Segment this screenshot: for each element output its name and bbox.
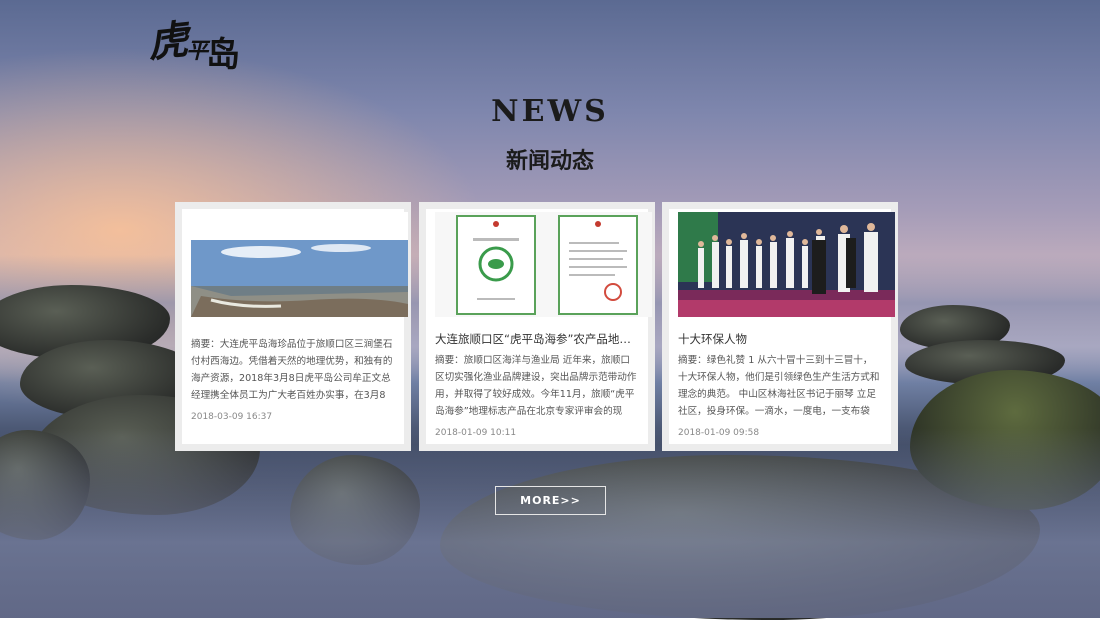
brand-logo[interactable]: 虎 平 岛 bbox=[146, 0, 246, 75]
ceremony-photo[interactable] bbox=[678, 212, 895, 317]
news-card-date: 2018-03-09 16:37 bbox=[191, 412, 273, 422]
more-button[interactable]: MORE>> bbox=[495, 486, 606, 515]
coast-photo[interactable] bbox=[191, 212, 408, 317]
section-title: NEWS bbox=[491, 94, 609, 129]
news-card-summary: 摘要：旅顺口区海洋与渔业局 近年来，旅顺口区切实强化渔业品牌建设，突出品牌示范带… bbox=[435, 355, 637, 417]
svg-text:岛: 岛 bbox=[206, 35, 240, 72]
news-card-title[interactable]: 大连旅顺口区“虎平岛海参”农产品地理... bbox=[435, 331, 639, 347]
news-card[interactable]: 十大环保人物 摘要：绿色礼赞 1 从六十冒十三到十三冒十，十大环保人物，他们是引… bbox=[662, 202, 898, 451]
news-card-date: 2018-01-09 09:58 bbox=[678, 428, 760, 438]
news-card-summary: 摘要：大连虎平岛海珍品位于旅顺口区三涧堡石付村西海边。凭借着天然的地理优势，和独… bbox=[191, 339, 393, 401]
mist-overlay bbox=[0, 428, 1100, 618]
news-card[interactable]: 摘要：大连虎平岛海珍品位于旅顺口区三涧堡石付村西海边。凭借着天然的地理优势，和独… bbox=[175, 202, 411, 451]
news-card-summary: 摘要：绿色礼赞 1 从六十冒十三到十三冒十，十大环保人物，他们是引领绿色生产生活… bbox=[678, 355, 880, 417]
section-subtitle: 新闻动态 bbox=[505, 149, 594, 174]
news-card-title[interactable]: 十大环保人物 bbox=[678, 331, 882, 347]
news-card[interactable]: 大连旅顺口区“虎平岛海参”农产品地理... 摘要：旅顺口区海洋与渔业局 近年来，… bbox=[419, 202, 655, 451]
certificate-photo[interactable] bbox=[435, 212, 652, 317]
news-card-date: 2018-01-09 10:11 bbox=[435, 428, 517, 438]
